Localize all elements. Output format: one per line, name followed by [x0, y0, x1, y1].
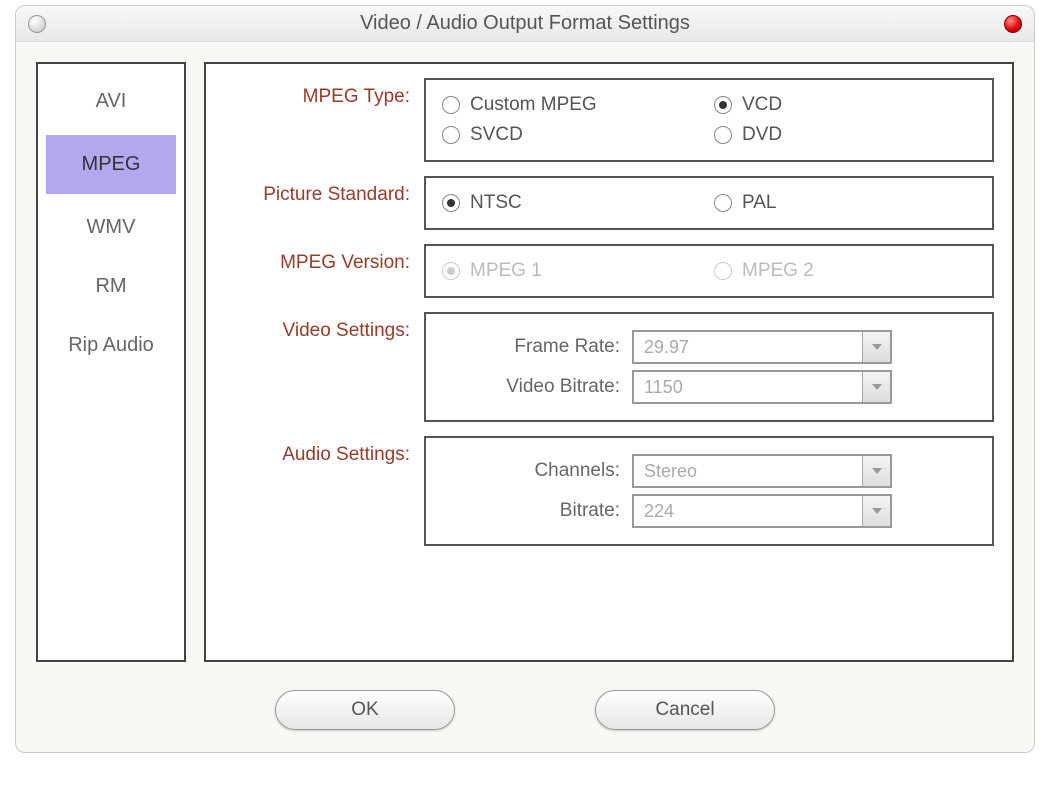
close-icon[interactable]: [1004, 15, 1022, 33]
sidebar-item-wmv[interactable]: WMV: [38, 198, 184, 257]
label-audio-settings: Audio Settings:: [224, 436, 424, 466]
radio-icon: [442, 96, 460, 114]
dialog-footer: OK Cancel: [16, 672, 1034, 752]
video-bitrate-combo: 1150: [632, 370, 892, 404]
chevron-down-icon: [862, 496, 890, 526]
radio-mpeg1: MPEG 1: [442, 256, 704, 286]
label-bitrate: Bitrate:: [442, 500, 632, 522]
radio-label: MPEG 1: [470, 260, 542, 282]
label-video-settings: Video Settings:: [224, 312, 424, 342]
label-mpeg-version: MPEG Version:: [224, 244, 424, 274]
window-title: Video / Audio Output Format Settings: [46, 12, 1004, 35]
radio-icon: [442, 194, 460, 212]
settings-panel: MPEG Type: Custom MPEG VCD: [204, 62, 1014, 662]
radio-label: NTSC: [470, 192, 522, 214]
radio-custom-mpeg[interactable]: Custom MPEG: [442, 90, 704, 120]
radio-icon: [714, 96, 732, 114]
chevron-down-icon: [862, 372, 890, 402]
radio-label: Custom MPEG: [470, 94, 597, 116]
titlebar: Video / Audio Output Format Settings: [16, 6, 1034, 42]
radio-label: MPEG 2: [742, 260, 814, 282]
radio-svcd[interactable]: SVCD: [442, 120, 704, 150]
radio-pal[interactable]: PAL: [714, 188, 976, 218]
radio-dvd[interactable]: DVD: [714, 120, 976, 150]
chevron-down-icon: [862, 456, 890, 486]
radio-label: PAL: [742, 192, 777, 214]
radio-mpeg2: MPEG 2: [714, 256, 976, 286]
label-mpeg-type: MPEG Type:: [224, 78, 424, 108]
sidebar-item-avi[interactable]: AVI: [38, 72, 184, 131]
mpeg-version-group: MPEG 1 MPEG 2: [424, 244, 994, 298]
combo-value: 1150: [634, 377, 862, 398]
label-video-bitrate: Video Bitrate:: [442, 376, 632, 398]
ok-button[interactable]: OK: [275, 690, 455, 730]
audio-settings-group: Channels: Stereo Bitrate: 224: [424, 436, 994, 546]
titlebar-left-icon[interactable]: [28, 15, 46, 33]
video-settings-group: Frame Rate: 29.97 Video Bitrate: 1150: [424, 312, 994, 422]
radio-icon: [442, 126, 460, 144]
label-frame-rate: Frame Rate:: [442, 336, 632, 358]
sidebar-item-rip-audio[interactable]: Rip Audio: [38, 316, 184, 375]
label-picture-standard: Picture Standard:: [224, 176, 424, 206]
radio-icon: [442, 262, 460, 280]
cancel-button[interactable]: Cancel: [595, 690, 775, 730]
radio-icon: [714, 194, 732, 212]
radio-label: DVD: [742, 124, 782, 146]
radio-label: VCD: [742, 94, 782, 116]
combo-value: 224: [634, 501, 862, 522]
chevron-down-icon: [862, 332, 890, 362]
audio-bitrate-combo: 224: [632, 494, 892, 528]
frame-rate-combo: 29.97: [632, 330, 892, 364]
settings-window: Video / Audio Output Format Settings AVI…: [15, 5, 1035, 753]
radio-icon: [714, 262, 732, 280]
radio-label: SVCD: [470, 124, 523, 146]
radio-vcd[interactable]: VCD: [714, 90, 976, 120]
sidebar-item-rm[interactable]: RM: [38, 257, 184, 316]
radio-icon: [714, 126, 732, 144]
picture-standard-group: NTSC PAL: [424, 176, 994, 230]
combo-value: 29.97: [634, 337, 862, 358]
label-channels: Channels:: [442, 460, 632, 482]
mpeg-type-group: Custom MPEG VCD SVCD: [424, 78, 994, 162]
format-sidebar: AVI MPEG WMV RM Rip Audio: [36, 62, 186, 662]
combo-value: Stereo: [634, 461, 862, 482]
channels-combo: Stereo: [632, 454, 892, 488]
radio-ntsc[interactable]: NTSC: [442, 188, 704, 218]
sidebar-item-mpeg[interactable]: MPEG: [46, 135, 176, 194]
